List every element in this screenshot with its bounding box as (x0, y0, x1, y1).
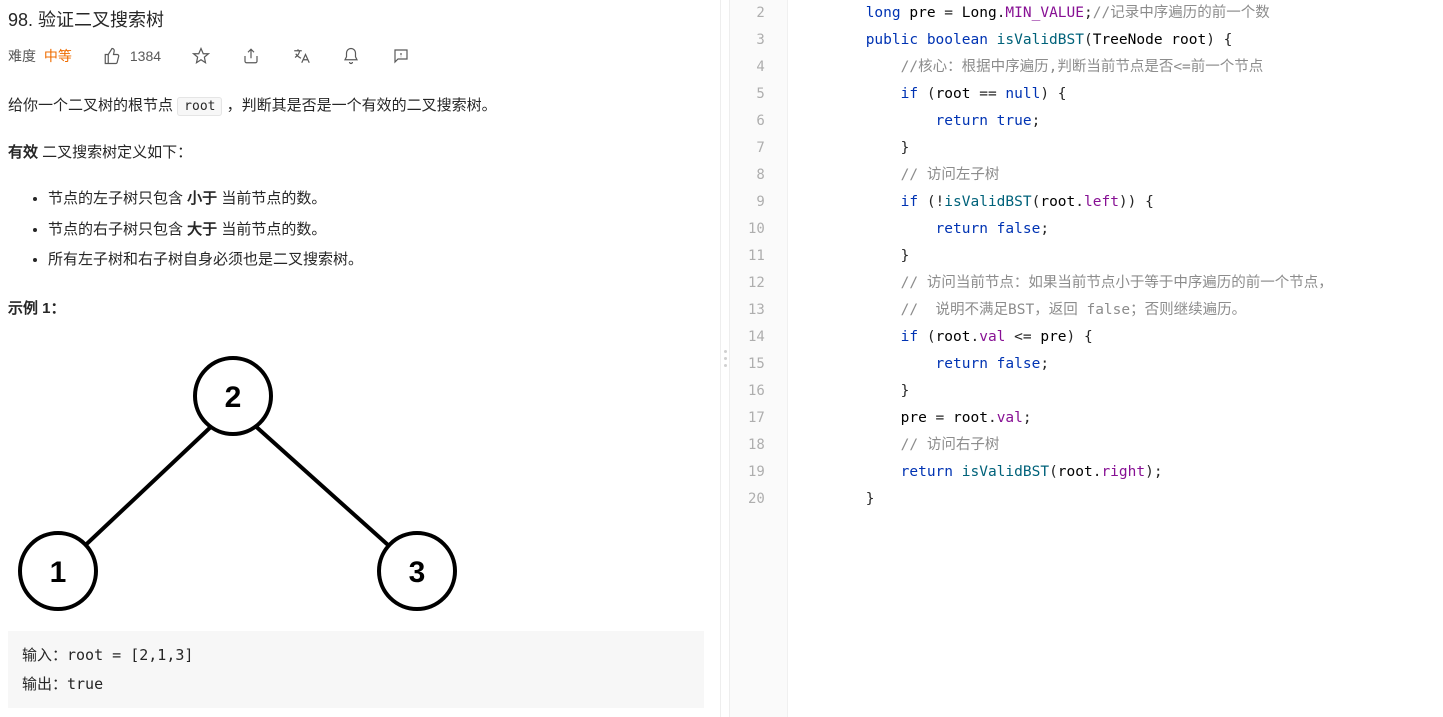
feedback-icon[interactable] (391, 46, 411, 66)
splitter[interactable] (720, 0, 730, 717)
difficulty-value: 中等 (44, 48, 72, 64)
translate-icon[interactable] (291, 46, 311, 66)
tree-node-left: 1 (50, 556, 67, 589)
example-tree-diagram: 2 1 3 (8, 341, 468, 621)
tree-node-root: 2 (225, 381, 242, 414)
difficulty: 难度 中等 (8, 46, 72, 66)
likes-button[interactable]: 1384 (102, 46, 161, 66)
rule-3: 所有左子树和右子树自身必须也是二叉搜索树。 (48, 246, 704, 275)
rules-list: 节点的左子树只包含 小于 当前节点的数。 节点的右子树只包含 大于 当前节点的数… (8, 185, 704, 275)
description: 给你一个二叉树的根节点 root ，判断其是否是一个有效的二叉搜索树。 有效 二… (8, 92, 704, 708)
thumbs-up-icon (102, 46, 122, 66)
star-icon[interactable] (191, 46, 211, 66)
share-icon[interactable] (241, 46, 261, 66)
example-output: 输出：true (22, 675, 103, 693)
example-label: 示例 1： (8, 295, 704, 324)
intro: 给你一个二叉树的根节点 root ，判断其是否是一个有效的二叉搜索树。 (8, 92, 704, 121)
rule-2: 节点的右子树只包含 大于 当前节点的数。 (48, 216, 704, 245)
code-area[interactable]: long pre = Long.MIN_VALUE;//记录中序遍历的前一个数 … (788, 0, 1443, 717)
meta-row: 难度 中等 1384 (8, 46, 704, 66)
line-gutter: 234567891011121314151617181920 (730, 0, 788, 717)
likes-count: 1384 (130, 48, 161, 64)
example-io: 输入：root = [2,1,3] 输出：true (8, 631, 704, 708)
example-input: 输入：root = [2,1,3] (22, 646, 193, 664)
valid-definition: 有效 二叉搜索树定义如下： (8, 139, 704, 168)
problem-title: 98. 验证二叉搜索树 (8, 6, 704, 32)
difficulty-label: 难度 (8, 48, 36, 64)
bell-icon[interactable] (341, 46, 361, 66)
problem-panel: 98. 验证二叉搜索树 难度 中等 1384 给你一个二叉树的根节 (0, 0, 720, 717)
inline-code-root: root (177, 97, 222, 116)
code-editor[interactable]: 234567891011121314151617181920 long pre … (730, 0, 1443, 717)
tree-node-right: 3 (409, 556, 426, 589)
rule-1: 节点的左子树只包含 小于 当前节点的数。 (48, 185, 704, 214)
